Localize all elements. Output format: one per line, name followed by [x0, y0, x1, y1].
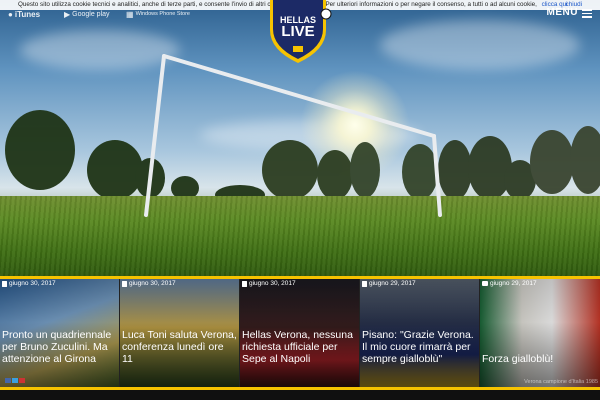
news-card[interactable]: giugno 30, 2017 Luca Toni saluta Verona,… [120, 279, 240, 387]
windows-phone-label: Windows Phone Store [135, 11, 190, 17]
play-icon: ▶ [64, 9, 71, 19]
windows-phone-badge[interactable]: ▦ Windows Phone Store [126, 9, 190, 19]
article-icon [242, 280, 247, 287]
news-title[interactable]: Luca Toni saluta Verona, conferenza lune… [122, 329, 237, 365]
news-date: giugno 30, 2017 [122, 280, 176, 287]
news-title[interactable]: Pisano: "Grazie Verona. Il mio cuore rim… [362, 329, 477, 365]
itunes-label: iTunes [14, 9, 41, 19]
article-icon [2, 280, 7, 287]
news-card[interactable]: giugno 30, 2017 Hellas Verona, nessuna r… [240, 279, 360, 387]
news-date: giugno 29, 2017 [362, 280, 416, 287]
windows-icon: ▦ [126, 9, 134, 19]
news-card[interactable]: giugno 30, 2017 Pronto un quadriennale p… [0, 279, 120, 387]
news-card[interactable]: giugno 29, 2017 Pisano: "Grazie Verona. … [360, 279, 480, 387]
article-icon [362, 280, 367, 287]
news-date: giugno 30, 2017 [2, 280, 56, 287]
video-icon [482, 281, 488, 286]
menu-button[interactable]: MENU [547, 7, 578, 18]
news-strip-bottom-border [0, 387, 600, 400]
itunes-badge[interactable]: ● iTunes [8, 9, 40, 19]
page: Questo sito utilizza cookie tecnici e an… [0, 0, 600, 400]
news-date: giugno 29, 2017 [482, 280, 537, 287]
google-play-label: Google play [72, 10, 110, 18]
article-icon [122, 280, 127, 287]
news-watermark: Verona campione d'Italia 1985 [524, 379, 598, 385]
logo-text-main: LIVE [281, 23, 315, 40]
news-date: giugno 30, 2017 [242, 280, 296, 287]
google-play-badge[interactable]: ▶ Google play [64, 9, 110, 19]
news-strip: giugno 30, 2017 Pronto un quadriennale p… [0, 279, 600, 387]
news-title[interactable]: Forza gialloblù! [482, 353, 598, 365]
apple-icon: ● [8, 9, 13, 19]
news-title[interactable]: Pronto un quadriennale per Bruno Zuculin… [2, 329, 117, 365]
hellas-live-logo[interactable]: HELLAS LIVE [268, 0, 332, 64]
news-card[interactable]: giugno 29, 2017 Forza gialloblù! Verona … [480, 279, 600, 387]
hamburger-icon[interactable] [582, 9, 592, 18]
social-icons [5, 378, 25, 383]
news-title[interactable]: Hellas Verona, nessuna richiesta ufficia… [242, 329, 357, 365]
